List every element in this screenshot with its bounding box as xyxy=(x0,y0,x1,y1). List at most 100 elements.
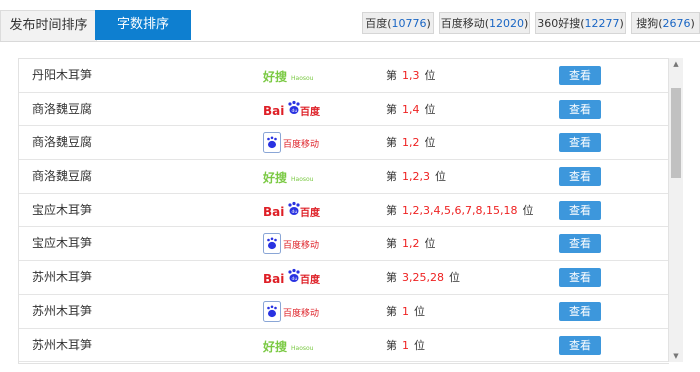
baidu-logo-du: du xyxy=(292,108,298,114)
view-button[interactable]: 查看 xyxy=(559,167,601,187)
rank-positions: 1,2 xyxy=(402,136,420,150)
view-button[interactable]: 查看 xyxy=(559,133,601,153)
engine-name: 搜狗 xyxy=(636,17,659,30)
rank-text: 第 1,2 位 xyxy=(386,126,436,159)
baidu-mobile-logo-text: 百度移动 xyxy=(283,138,319,150)
baidu-logo-icon: Bai du 百度 xyxy=(263,100,321,118)
rank-positions: 3,25,28 xyxy=(402,271,444,285)
engine-name: 百度 xyxy=(365,17,388,30)
rank-prefix: 第 xyxy=(386,136,397,150)
keyword-text: 宝应木耳笋 xyxy=(32,202,93,217)
engine-name: 360好搜 xyxy=(537,17,581,30)
rank-prefix: 第 xyxy=(386,69,397,82)
keyword-text: 苏州木耳笋 xyxy=(32,337,93,352)
rank-positions: 1 xyxy=(402,304,409,318)
engine-filter-baidu-mobile[interactable]: 百度移动(12020) xyxy=(439,12,530,34)
view-button[interactable]: 查看 xyxy=(559,66,601,85)
engine-filter-360-haosou[interactable]: 360好搜(12277) xyxy=(535,12,626,34)
keyword-text: 丹阳木耳笋 xyxy=(32,68,93,82)
rank-positions: 1,4 xyxy=(402,102,420,116)
rank-prefix: 第 xyxy=(386,170,397,184)
baidu-logo-du: du xyxy=(292,276,298,282)
scrollbar-thumb[interactable] xyxy=(671,88,681,178)
baidu-logo-cn: 百度 xyxy=(300,206,321,219)
baidu-mobile-logo-icon: 百度移动 xyxy=(263,132,319,154)
rank-positions: 1,2,3,4,5,6,7,8,15,18 xyxy=(402,203,518,217)
vertical-scrollbar[interactable]: ▲ ▼ xyxy=(668,58,683,362)
rank-positions: 1,2 xyxy=(402,237,420,251)
rank-suffix: 位 xyxy=(424,69,436,82)
engine-filter-baidu[interactable]: 百度(10776) xyxy=(362,12,434,34)
baidu-logo-cn: 百度 xyxy=(300,273,321,286)
engine-count: 12277 xyxy=(584,17,620,30)
rank-suffix: 位 xyxy=(435,170,446,184)
engine-count: 12020 xyxy=(489,17,524,30)
keyword-text: 商洛魏豆腐 xyxy=(32,135,93,150)
rank-text: 第 3,25,28 位 xyxy=(386,261,460,294)
haosou-logo-icon: 好搜 Haosou xyxy=(263,69,314,84)
rank-prefix: 第 xyxy=(386,304,397,318)
engine-filter-sogou[interactable]: 搜狗(2676) xyxy=(631,12,700,34)
rank-text: 第 1,2,3 位 xyxy=(386,160,446,193)
view-button[interactable]: 查看 xyxy=(559,99,601,119)
keyword-text: 商洛魏豆腐 xyxy=(32,101,93,116)
rank-text: 第 1,2 位 xyxy=(386,227,436,260)
baidu-mobile-logo-text: 百度移动 xyxy=(283,307,319,319)
haosou-logo-text: 好搜 xyxy=(263,339,288,354)
table-row: 丹阳木耳笋 好搜 Haosou 第 1,3 位 查看 xyxy=(19,59,669,93)
view-button[interactable]: 查看 xyxy=(559,301,601,321)
view-button[interactable]: 查看 xyxy=(559,335,601,355)
haosou-logo-icon: 好搜 Haosou xyxy=(263,170,314,185)
rank-prefix: 第 xyxy=(386,237,397,251)
haosou-logo-subtext: Haosou xyxy=(291,75,314,82)
rank-positions: 1,2,3 xyxy=(402,170,430,184)
tab-publish-time-sort[interactable]: 发布时间排序 xyxy=(0,10,97,41)
rank-suffix: 位 xyxy=(414,304,425,318)
table-row: 宝应木耳笋 百度移动 第 1,2 位 查看 xyxy=(19,227,669,262)
rank-suffix: 位 xyxy=(424,237,436,251)
table-row: 宝应木耳笋 Bai du 百度 第 1,2,3,4,5,6,7,8,15,18 位 查… xyxy=(19,194,669,228)
keyword-text: 苏州木耳笋 xyxy=(32,303,93,318)
view-button[interactable]: 查看 xyxy=(559,234,601,254)
baidu-mobile-logo-icon: 百度移动 xyxy=(263,300,319,322)
tab-word-count-sort[interactable]: 字数排序 xyxy=(95,10,191,40)
baidu-logo-icon: Bai du 百度 xyxy=(263,201,321,219)
ranking-list: 丹阳木耳笋 好搜 Haosou 第 1,3 位查看 商洛魏豆腐 Bai du 百度 第… xyxy=(18,58,669,364)
rank-text: 第 1,4 位 xyxy=(386,93,436,126)
rank-suffix: 位 xyxy=(522,203,534,217)
baidu-logo-bai: Bai xyxy=(263,272,284,286)
baidu-logo-cn: 百度 xyxy=(300,105,321,118)
engine-name: 百度移动 xyxy=(440,17,485,30)
view-button[interactable]: 查看 xyxy=(559,268,601,288)
keyword-text: 宝应木耳笋 xyxy=(32,236,93,251)
rank-suffix: 位 xyxy=(424,102,436,116)
haosou-logo-icon: 好搜 Haosou xyxy=(263,339,314,354)
baidu-mobile-logo-text: 百度移动 xyxy=(283,239,319,251)
rank-suffix: 位 xyxy=(414,338,425,352)
baidu-logo-du: du xyxy=(292,209,298,215)
table-row: 苏州木耳笋 好搜 Haosou 第 1 位 查看 xyxy=(19,329,669,363)
scroll-up-arrow-icon[interactable]: ▲ xyxy=(669,58,683,70)
rank-prefix: 第 xyxy=(386,271,397,285)
baidu-logo-icon: Bai du 百度 xyxy=(263,269,321,286)
rank-positions: 1,3 xyxy=(402,69,420,82)
keyword-text: 商洛魏豆腐 xyxy=(32,169,93,184)
rank-text: 第 1,3 位 xyxy=(386,59,436,92)
rank-prefix: 第 xyxy=(386,338,397,352)
haosou-logo-subtext: Haosou xyxy=(291,176,314,183)
baidu-logo-bai: Bai xyxy=(263,205,284,219)
rank-suffix: 位 xyxy=(449,271,460,285)
rank-positions: 1 xyxy=(402,338,409,352)
table-row: 苏州木耳笋 Bai du 百度 第 3,25,28 位 查看 xyxy=(19,261,669,295)
rank-text: 第 1,2,3,4,5,6,7,8,15,18 位 xyxy=(386,194,533,227)
rank-text: 第1位 xyxy=(386,295,425,328)
keyword-text: 苏州木耳笋 xyxy=(32,270,93,285)
haosou-logo-subtext: Haosou xyxy=(291,345,314,352)
top-bar: 发布时间排序 字数排序 百度(10776) 百度移动(12020) 360好搜(… xyxy=(0,0,700,42)
rank-prefix: 第 xyxy=(386,102,397,116)
scroll-down-arrow-icon[interactable]: ▼ xyxy=(669,350,683,362)
engine-count: 10776 xyxy=(391,17,427,30)
haosou-logo-text: 好搜 xyxy=(263,69,288,84)
table-row: 商洛魏豆腐 好搜 Haosou 第 1,2,3 位 查看 xyxy=(19,160,669,194)
view-button[interactable]: 查看 xyxy=(559,200,601,220)
